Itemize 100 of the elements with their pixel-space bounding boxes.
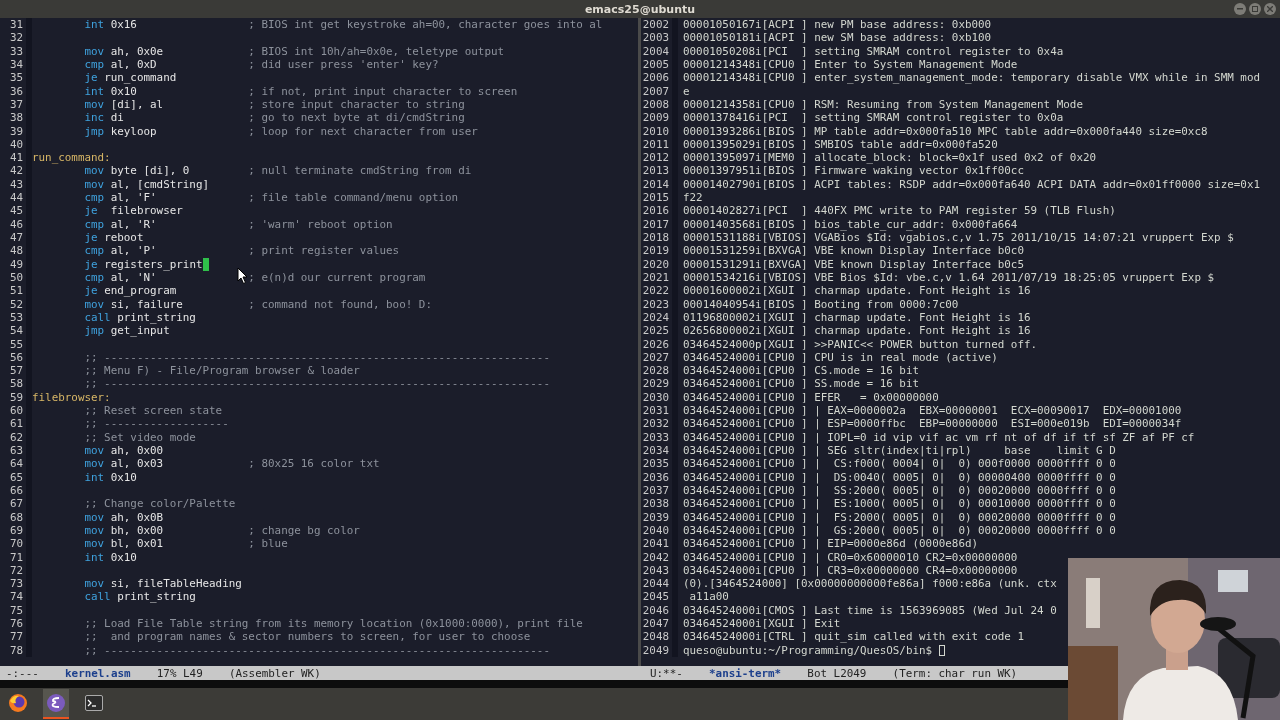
line-number: 47	[0, 231, 32, 245]
terminal-line: 01196800002i[XGUI ] charmap update. Font Height is 16	[683, 310, 1031, 325]
code-label: run_command:	[32, 151, 111, 165]
line-number: 2041	[641, 537, 678, 551]
instruction-operand: si, failure	[110, 297, 183, 311]
code-comment: ; BIOS int 10h/ah=0x0e, teletype output	[248, 44, 505, 58]
buffer-status: U:**-	[650, 666, 683, 680]
code-comment: ;; Set video mode	[83, 430, 196, 444]
line-number: 2018	[641, 231, 678, 245]
instruction-operand: registers_print	[104, 257, 203, 271]
line-number: 2043	[641, 563, 678, 578]
line-number: 68	[0, 510, 32, 524]
line-number: 74	[0, 590, 32, 604]
line-number: 2029	[641, 377, 678, 391]
line-number: 48	[0, 244, 32, 258]
line-number: 2017	[641, 217, 678, 231]
instruction-operand: end_program	[104, 284, 177, 298]
line-number: 2038	[641, 497, 678, 511]
terminal-line: 03464524000i[CPU0 ] | EIP=0000e86d (0000e86d)	[683, 537, 979, 551]
instruction-operand: keyloop	[110, 124, 157, 138]
line-number: 46	[0, 217, 32, 231]
terminal-line: 00001531259i[BXVGA] VBE known Display Interface b0c0	[683, 244, 1024, 258]
line-number: 62	[0, 430, 32, 444]
line-number: 2004	[641, 44, 678, 58]
terminal-line: 03464524000i[CPU0 ] | FS:2000( 0005| 0| 0) 00020000 0000ffff 0 0	[683, 510, 1116, 524]
line-number: 67	[0, 497, 32, 511]
buffer-position: 17% L49	[156, 666, 203, 680]
code-comment: ; print register values	[248, 244, 400, 258]
line-number: 2028	[641, 364, 678, 378]
line-number: 35	[0, 71, 32, 85]
instruction-operand: al, [cmdString]	[110, 177, 210, 191]
code-comment: ; 'warm' reboot option	[248, 217, 393, 231]
instruction-operand: run_command	[104, 71, 177, 85]
line-number: 51	[0, 284, 32, 298]
line-number: 36	[0, 84, 32, 98]
line-number: 2035	[641, 457, 678, 471]
line-number: 31	[0, 18, 32, 32]
line-number: 2003	[641, 31, 678, 45]
code-comment: ; e(n)d our current program	[248, 270, 426, 285]
line-number: 41	[0, 151, 32, 165]
instruction-keyword: je	[84, 257, 98, 271]
line-number: 2012	[641, 151, 678, 165]
line-number: 55	[0, 337, 32, 351]
line-number: 76	[0, 617, 32, 631]
terminal-line: 03464524000i[CMOS ] Last time is 1563969085 (Wed Jul 24 0	[683, 603, 1057, 618]
terminal-line: 03464524000i[CPU0 ] | ES:1000( 0005| 0| 0) 00010000 0000ffff 0 0	[683, 497, 1116, 511]
line-number: 2008	[641, 97, 678, 112]
terminal-line: 00001397951i[BIOS ] Firmware waking vector 0x1ff00cc	[683, 164, 1024, 178]
terminal-line: 00001214358i[CPU0 ] RSM: Resuming from System Management Mode	[683, 97, 1083, 112]
instruction-keyword: mov	[84, 97, 105, 111]
instruction-keyword: call	[84, 590, 111, 604]
close-button[interactable]	[1264, 3, 1276, 15]
taskbar-item[interactable]	[43, 689, 69, 719]
code-comment: ; go to next byte at di/cmdString	[248, 111, 465, 125]
line-number: 58	[0, 377, 32, 391]
line-number: 59	[0, 390, 32, 405]
line-number: 39	[0, 124, 32, 138]
instruction-keyword: je	[84, 284, 98, 298]
line-number: 70	[0, 537, 32, 551]
code-comment: ;; and program names & sector numbers to screen, for user to choose	[83, 630, 531, 644]
line-number: 2024	[641, 310, 678, 325]
instruction-keyword: int	[84, 550, 105, 564]
code-label: filebrowser:	[32, 390, 111, 405]
mouse-pointer-icon	[237, 267, 249, 285]
buffer-position: Bot L2049	[807, 666, 867, 680]
line-number: 2049	[641, 643, 678, 657]
instruction-operand: 0x10	[110, 550, 137, 564]
code-comment: ; loop for next character from user	[248, 124, 478, 138]
instruction-operand: ah, 0x0e	[110, 44, 164, 58]
minimize-button[interactable]	[1234, 3, 1246, 15]
terminal-line: 03464524000i[CPU0 ] | CR3=0x00000000 CR4=0x00000000	[683, 563, 1018, 578]
terminal-line: 03464524000i[CPU0 ] | DS:0040( 0005| 0| 0) 00000400 0000ffff 0 0	[683, 470, 1116, 484]
instruction-operand: di	[110, 111, 124, 125]
code-comment: ; change bg color	[248, 523, 360, 538]
instruction-keyword: mov	[84, 164, 105, 178]
instruction-operand: get_input	[110, 324, 170, 338]
line-number: 2031	[641, 404, 678, 418]
terminal-line: 03464524000i[CPU0 ] | ESP=0000ffbc EBP=00000000 ESI=000e019b EDI=0000034f	[683, 417, 1182, 431]
line-number: 2033	[641, 430, 678, 444]
line-number: 2032	[641, 417, 678, 431]
line-number: 63	[0, 444, 32, 458]
maximize-button[interactable]	[1249, 3, 1261, 15]
line-number: 2037	[641, 483, 678, 498]
instruction-keyword: je	[84, 231, 98, 244]
maximize-icon	[1252, 6, 1258, 12]
terminal-line: 00001050181i[ACPI ] new SM base address: 0xb100	[683, 31, 992, 45]
terminal-line: 03464524000i[CTRL ] quit_sim called with exit code 1	[683, 630, 1024, 644]
instruction-keyword: jmp	[84, 124, 105, 138]
terminal-icon	[85, 695, 103, 711]
line-number: 2039	[641, 510, 678, 524]
line-number: 2027	[641, 350, 678, 365]
terminal-line: 00001214348i[CPU0 ] enter_system_management_mode: temporary disable VMX while in SMM mod	[683, 71, 1260, 85]
code-comment: ; did user press 'enter' key?	[248, 57, 439, 72]
code-comment: ; command not found, boo! D:	[248, 297, 432, 311]
instruction-keyword: int	[84, 84, 105, 98]
line-number: 2042	[641, 550, 678, 564]
terminal-line: 00001534216i[VBIOS] VBE Bios $Id: vbe.c,v 1.64 2011/07/19 18:25:05 vruppert Exp $	[683, 270, 1215, 285]
code-comment: ;; --------------------------------------------------------------------	[83, 643, 550, 657]
line-number: 2019	[641, 244, 678, 258]
code-comment: ; 80x25 16 color txt	[248, 457, 380, 471]
